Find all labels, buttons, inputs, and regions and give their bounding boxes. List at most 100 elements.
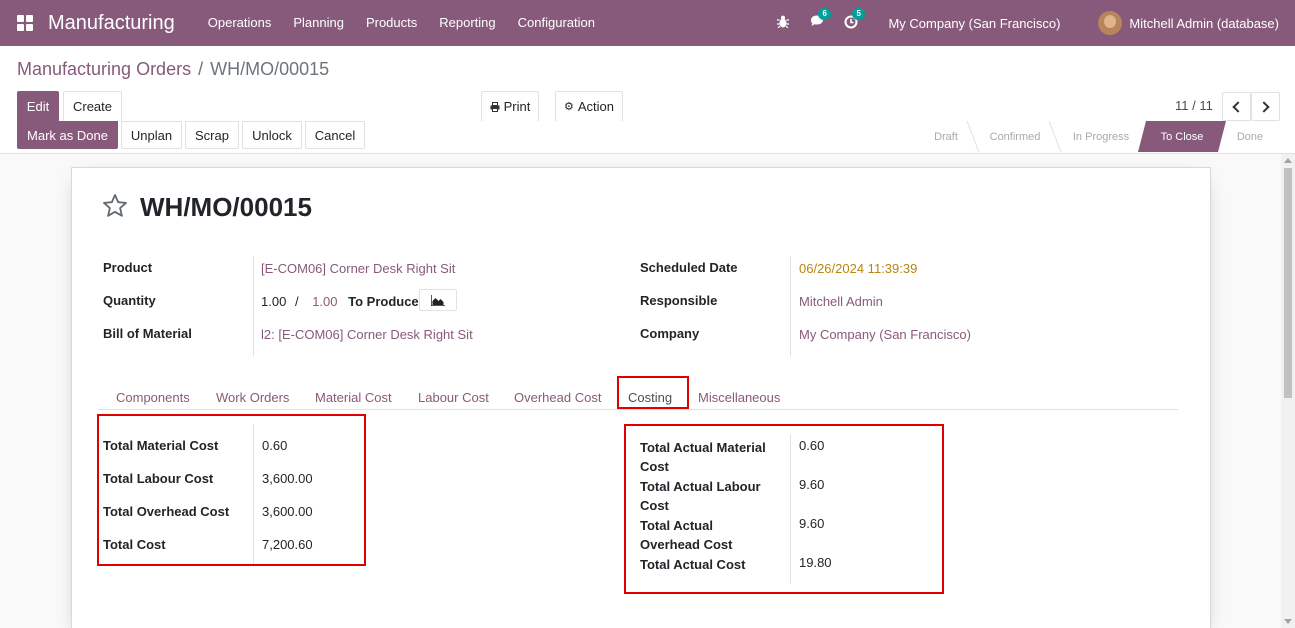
total-actual-cost-value: 19.80	[799, 555, 832, 570]
pager-value[interactable]: 11 / 11	[1175, 98, 1213, 113]
stage-in-progress: In Progress	[1072, 130, 1130, 143]
qty-produced: 1.00	[261, 294, 287, 309]
action-label: Action	[577, 99, 614, 114]
form-sheet: WH/MO/00015 Product Quantity Bill of Mat…	[71, 167, 1211, 628]
total-cost-label: Total Cost	[103, 537, 166, 552]
label-line: Total Actual Material	[640, 440, 766, 455]
chevron-right-icon	[1258, 100, 1270, 113]
total-labour-cost-value: 3,600.00	[262, 471, 313, 486]
qty-total: 1.00	[312, 294, 338, 309]
quantity-field[interactable]: 1.00 / 1.00 To Produce	[261, 294, 419, 309]
breadcrumb-current: WH/MO/00015	[210, 59, 330, 79]
costing-tab-highlight	[617, 376, 689, 409]
total-cost-value: 7,200.60	[262, 537, 313, 552]
menu-reporting[interactable]: Reporting	[428, 0, 506, 46]
app-brand[interactable]: Manufacturing	[48, 0, 175, 46]
tabs-underline	[98, 409, 1178, 410]
pager-previous-button[interactable]	[1222, 92, 1251, 121]
tab-components[interactable]: Components	[116, 390, 190, 405]
total-material-cost-label: Total Material Cost	[103, 438, 219, 453]
mark-as-done-button[interactable]: Mark as Done	[17, 121, 118, 149]
tab-overhead-cost[interactable]: Overhead Cost	[514, 390, 601, 405]
total-actual-labour-cost-label: Total Actual Labour Cost	[640, 477, 761, 515]
company-label: Company	[640, 326, 700, 341]
chat-icon[interactable]: 6	[809, 8, 831, 31]
stage-done: Done	[1236, 130, 1264, 143]
field-divider	[253, 256, 254, 356]
user-avatar[interactable]	[1098, 11, 1123, 35]
total-actual-cost-label: Total Actual Cost	[640, 557, 746, 572]
activity-clock-icon[interactable]: 5	[843, 7, 865, 32]
scroll-down-arrow-icon[interactable]	[1284, 619, 1292, 624]
action-button[interactable]: ⚙ Action	[555, 91, 623, 122]
total-actual-overhead-cost-value: 9.60	[799, 516, 825, 531]
menu-planning[interactable]: Planning	[282, 0, 355, 46]
tab-work-orders[interactable]: Work Orders	[216, 390, 289, 405]
total-labour-cost-label: Total Labour Cost	[103, 471, 214, 486]
product-field[interactable]: [E-COM06] Corner Desk Right Sit	[261, 261, 455, 276]
form-background: WH/MO/00015 Product Quantity Bill of Mat…	[0, 154, 1281, 628]
gear-icon: ⚙	[563, 101, 574, 113]
menu-products[interactable]: Products	[355, 0, 428, 46]
scrollbar-thumb[interactable]	[1284, 168, 1292, 398]
cancel-button[interactable]: Cancel	[305, 121, 365, 149]
total-overhead-cost-label: Total Overhead Cost	[103, 504, 230, 519]
quantity-label: Quantity	[103, 293, 156, 308]
responsible-label: Responsible	[640, 293, 718, 308]
vertical-scrollbar[interactable]	[1281, 154, 1295, 628]
total-actual-labour-cost-value: 9.60	[799, 477, 825, 492]
label-line: Overhead Cost	[640, 537, 733, 552]
activity-badge: 5	[852, 7, 865, 20]
scrap-button[interactable]: Scrap	[185, 121, 239, 149]
bom-label: Bill of Material	[103, 326, 192, 341]
menu-configuration[interactable]: Configuration	[507, 0, 606, 46]
top-navbar: Manufacturing Operations Planning Produc…	[0, 0, 1295, 46]
label-line: Cost	[640, 498, 669, 513]
chat-badge: 6	[818, 8, 831, 20]
bom-field[interactable]: l2: [E-COM06] Corner Desk Right Sit	[261, 327, 473, 342]
total-material-cost-value: 0.60	[262, 438, 288, 453]
create-button[interactable]: Create	[63, 91, 122, 122]
total-actual-material-cost-label: Total Actual Material Cost	[640, 438, 766, 476]
unplan-button[interactable]: Unplan	[121, 121, 182, 149]
systray: 6 5 My Company (San Francisco) Mitchell …	[766, 0, 1295, 46]
debug-bug-icon[interactable]	[775, 15, 791, 31]
forecast-graph-button[interactable]	[419, 289, 457, 311]
company-field[interactable]: My Company (San Francisco)	[799, 327, 971, 342]
stage-confirmed: Confirmed	[989, 130, 1041, 143]
pager-next-button[interactable]	[1251, 92, 1280, 121]
company-switcher[interactable]: My Company (San Francisco)	[888, 16, 1060, 31]
tab-miscellaneous[interactable]: Miscellaneous	[698, 390, 780, 405]
print-label: Print	[503, 99, 531, 114]
stage-to-close: To Close	[1138, 121, 1226, 152]
chevron-left-icon	[1232, 100, 1244, 113]
edit-button[interactable]: Edit	[17, 91, 59, 122]
stage-draft: Draft	[934, 130, 958, 143]
record-title: WH/MO/00015	[140, 192, 312, 222]
scheduled-date-field[interactable]: 06/26/2024 11:39:39	[799, 261, 917, 276]
print-button[interactable]: Print	[481, 91, 539, 122]
favorite-star-icon[interactable]	[102, 193, 128, 219]
menu-operations[interactable]: Operations	[197, 0, 283, 46]
control-panel: Manufacturing Orders / WH/MO/00015 Edit …	[0, 46, 1295, 130]
label-line: Cost	[640, 459, 669, 474]
field-divider	[790, 256, 791, 356]
total-overhead-cost-value: 3,600.00	[262, 504, 313, 519]
apps-menu-icon[interactable]	[17, 15, 33, 31]
responsible-field[interactable]: Mitchell Admin	[799, 294, 883, 309]
area-chart-icon	[431, 294, 445, 306]
tab-labour-cost[interactable]: Labour Cost	[418, 390, 489, 405]
print-icon	[490, 101, 500, 112]
tab-material-cost[interactable]: Material Cost	[315, 390, 392, 405]
breadcrumb-parent[interactable]: Manufacturing Orders	[17, 59, 191, 79]
total-actual-overhead-cost-label: Total Actual Overhead Cost	[640, 516, 732, 554]
label-line: Total Actual	[640, 518, 713, 533]
unlock-button[interactable]: Unlock	[242, 121, 302, 149]
scheduled-date-label: Scheduled Date	[640, 260, 738, 275]
breadcrumb-separator: /	[198, 59, 204, 79]
total-actual-material-cost-value: 0.60	[799, 438, 825, 453]
scroll-up-arrow-icon[interactable]	[1284, 158, 1292, 163]
field-divider	[253, 424, 254, 564]
product-label: Product	[103, 260, 153, 275]
user-menu[interactable]: Mitchell Admin (database)	[1129, 16, 1279, 31]
